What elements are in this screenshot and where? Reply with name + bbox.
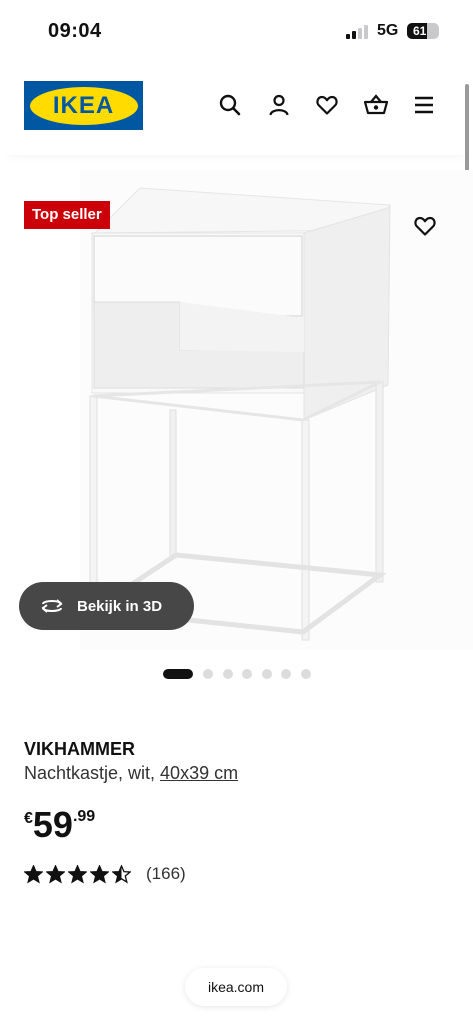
price-integer: 59 [32, 804, 73, 845]
search-icon[interactable] [217, 92, 243, 118]
status-time: 09:04 [48, 20, 102, 42]
logo-oval: IKEA [29, 86, 138, 125]
view-in-3d-button[interactable]: Bekijk in 3D [19, 582, 194, 630]
signal-icon [346, 25, 368, 39]
menu-icon[interactable] [411, 92, 437, 118]
favorite-heart-icon[interactable] [410, 211, 440, 241]
product-price: € 59 .99 [24, 803, 95, 847]
product-description: Nachtkastje, wit, 40x39 cm [24, 763, 238, 784]
gallery-dot[interactable] [222, 669, 233, 679]
gallery-dot[interactable] [242, 669, 252, 679]
gallery-dot[interactable] [163, 669, 193, 679]
star-full-icon [24, 864, 43, 884]
battery-percentage: 61 [413, 24, 427, 38]
top-seller-badge: Top seller [24, 201, 110, 229]
view-in-3d-label: Bekijk in 3D [77, 597, 163, 615]
ikea-logo[interactable]: IKEA [24, 81, 143, 130]
rotate-3d-icon [41, 599, 63, 613]
price-decimal: .99 [72, 808, 96, 825]
product-description-text: Nachtkastje, wit, [24, 763, 161, 783]
network-type: 5G [377, 22, 399, 39]
product-rating[interactable]: (166) [24, 864, 186, 884]
gallery-pagination [163, 669, 320, 679]
review-count: (166) [146, 864, 186, 883]
star-full-icon [46, 864, 65, 884]
gallery-dot[interactable] [281, 669, 291, 679]
user-icon[interactable] [266, 92, 292, 118]
gallery-dot[interactable] [203, 669, 213, 679]
product-image[interactable] [0, 170, 473, 650]
battery-icon: 61 [407, 23, 439, 39]
heart-icon[interactable] [314, 92, 340, 118]
gallery-dot[interactable] [300, 669, 311, 679]
status-bar: 09:04 5G 61 [0, 0, 473, 60]
basket-icon[interactable] [363, 92, 389, 118]
star-full-icon [90, 864, 109, 884]
star-half-icon [112, 864, 131, 884]
star-full-icon [68, 864, 87, 884]
browser-url-bar[interactable]: ikea.com [185, 968, 287, 1006]
gallery-dot[interactable] [261, 669, 272, 679]
product-name: VIKHAMMER [24, 739, 135, 759]
logo-text: IKEA [52, 91, 115, 119]
price-currency: € [24, 810, 33, 827]
dimensions-link[interactable]: 40x39 cm [160, 763, 238, 783]
site-header: IKEA [0, 60, 473, 155]
